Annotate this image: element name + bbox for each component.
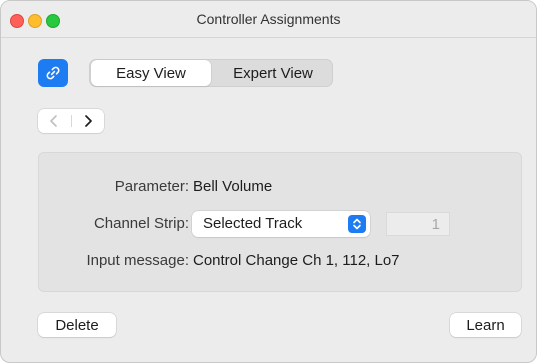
window-title: Controller Assignments bbox=[196, 11, 341, 27]
parameter-value: Bell Volume bbox=[193, 178, 273, 195]
link-icon bbox=[46, 66, 60, 80]
chevron-right-icon bbox=[85, 115, 92, 127]
navigation-arrows bbox=[38, 109, 104, 133]
title-bar: Controller Assignments bbox=[1, 1, 536, 38]
popup-arrows-icon bbox=[348, 215, 366, 233]
controller-assignments-window: Controller Assignments Easy View Expert … bbox=[0, 0, 537, 363]
channel-strip-value: Selected Track bbox=[203, 215, 303, 232]
tab-expert-view[interactable]: Expert View bbox=[214, 60, 332, 86]
chevron-left-icon bbox=[50, 115, 57, 127]
input-message-value: Control Change Ch 1, 112, Lo7 bbox=[193, 252, 400, 269]
channel-strip-popup[interactable]: Selected Track bbox=[192, 211, 370, 237]
channel-number-field[interactable]: 1 bbox=[386, 212, 450, 236]
previous-button[interactable] bbox=[38, 109, 70, 133]
learn-button[interactable]: Learn bbox=[450, 313, 521, 337]
input-message-label: Input message: bbox=[86, 252, 189, 269]
link-button[interactable] bbox=[38, 59, 68, 87]
parameter-label: Parameter: bbox=[114, 178, 189, 195]
next-button[interactable] bbox=[72, 109, 104, 133]
delete-button[interactable]: Delete bbox=[38, 313, 116, 337]
tab-easy-view[interactable]: Easy View bbox=[91, 60, 211, 86]
view-mode-segmented-control: Easy View Expert View bbox=[89, 59, 333, 87]
channel-strip-label: Channel Strip: bbox=[93, 215, 189, 232]
